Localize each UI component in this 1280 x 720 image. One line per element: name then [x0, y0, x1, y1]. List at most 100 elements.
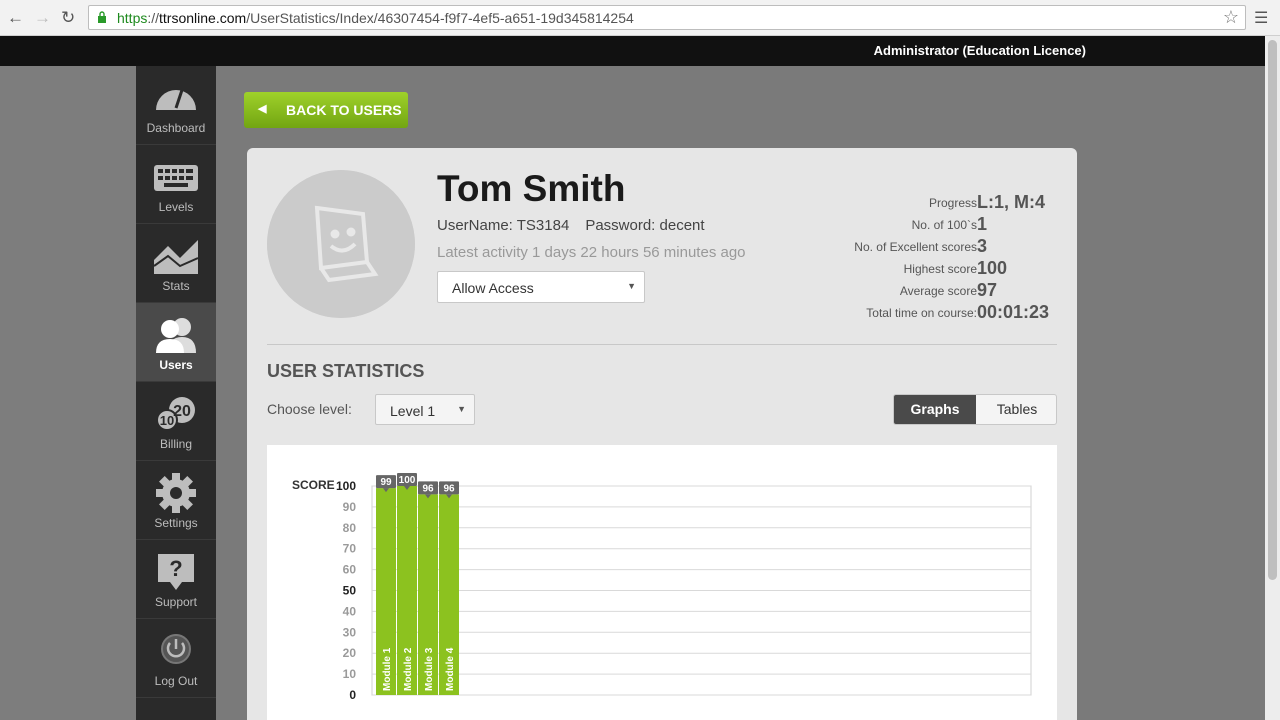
url-host: ttrsonline.com [159, 10, 247, 26]
browser-toolbar: ← → ↻ https://ttrsonline.com/UserStatist… [0, 0, 1280, 36]
user-card: Tom Smith UserName: TS3184 Password: dece… [247, 148, 1077, 720]
account-label[interactable]: Administrator (Education Licence) [874, 43, 1086, 58]
stat-value: 1 [977, 214, 988, 234]
sidebar-nav: Dashboard Levels Stats Users 20 10 Billi… [136, 66, 216, 720]
level-dropdown[interactable]: Level 1 ▼ [375, 394, 475, 425]
stat-hundreds: No. of 100`s 1 [807, 214, 1067, 236]
bookmark-star-icon[interactable]: ☆ [1223, 7, 1239, 28]
y-tick-label: 50 [343, 584, 357, 598]
stat-highest: Highest score 100 [807, 258, 1067, 280]
question-icon: ? [158, 554, 194, 590]
sidebar-item-levels[interactable]: Levels [136, 145, 216, 224]
svg-text:?: ? [169, 556, 182, 581]
speedometer-icon [156, 89, 196, 110]
stat-total-time: Total time on course: 00:01:23 [807, 302, 1067, 324]
tab-tables[interactable]: Tables [976, 395, 1056, 424]
sidebar-item-label: Levels [158, 200, 194, 214]
username-value: TS3184 [516, 217, 570, 234]
y-tick-label: 70 [343, 542, 357, 556]
gear-icon [156, 473, 196, 513]
stat-average: Average score 97 [807, 280, 1067, 302]
bar-value-label: 100 [399, 475, 416, 486]
stat-label: No. of 100`s [911, 218, 977, 232]
sidebar-item-label: Log Out [154, 674, 198, 688]
browser-menu-icon[interactable]: ☰ [1254, 8, 1268, 28]
choose-level-label: Choose level: [267, 401, 352, 417]
score-chart: SCORE 0 10 20 30 40 50 60 70 80 90 100 99 Module 1 10… [292, 473, 1032, 702]
sidebar-item-support[interactable]: ? Support [136, 540, 216, 619]
page-scrollbar[interactable] [1265, 36, 1280, 720]
bar-value-label: 96 [422, 483, 434, 494]
tab-graphs[interactable]: Graphs [894, 395, 976, 424]
stat-value: L:1, M:4 [977, 192, 1046, 212]
back-arrow-icon[interactable]: ← [7, 8, 24, 28]
billing-badge-a: 20 [173, 403, 191, 420]
forward-arrow-icon[interactable]: → [34, 8, 51, 28]
chevron-left-icon: ◀ [258, 103, 267, 115]
billing-badge-b: 10 [160, 413, 174, 428]
access-dropdown[interactable]: Allow Access ▼ [437, 271, 645, 303]
category-label: Module 2 [403, 647, 414, 691]
sidebar-item-billing[interactable]: 20 10 Billing [136, 382, 216, 461]
username-label: UserName: [437, 217, 513, 234]
back-button-label: BACK TO USERS [286, 102, 402, 118]
y-tick-label: 20 [343, 646, 357, 660]
url-scheme: https [117, 10, 148, 26]
users-icon [156, 318, 196, 353]
address-bar[interactable]: https://ttrsonline.com/UserStatistics/In… [88, 5, 1246, 30]
url-path: /UserStatistics/Index/46307454-f9f7-4ef5… [246, 10, 634, 26]
category-label: Module 1 [382, 647, 393, 691]
level-value: Level 1 [390, 403, 436, 419]
sidebar-item-label: Support [154, 595, 198, 609]
stat-label: No. of Excellent scores [854, 240, 977, 254]
password-value: decent [659, 217, 705, 234]
password-label: Password: [585, 217, 656, 234]
stat-excellent: No. of Excellent scores 3 [807, 236, 1067, 258]
url-text: https://ttrsonline.com/UserStatistics/In… [117, 10, 634, 26]
sidebar-item-dashboard[interactable]: Dashboard [136, 66, 216, 145]
stat-label: Average score [899, 284, 977, 298]
sidebar-item-label: Dashboard [146, 121, 206, 135]
scrollbar-thumb[interactable] [1268, 40, 1277, 580]
app-topbar: Administrator (Education Licence) [0, 36, 1265, 66]
url-separator: :// [147, 10, 160, 26]
sidebar-item-users[interactable]: Users [136, 303, 216, 382]
stat-progress: Progress L:1, M:4 [807, 192, 1067, 214]
sidebar-item-settings[interactable]: Settings [136, 461, 216, 540]
back-to-users-button[interactable]: ◀ BACK TO USERS [244, 92, 408, 128]
section-title: USER STATISTICS [267, 361, 425, 381]
sidebar-item-label: Users [159, 358, 193, 372]
sidebar-item-logout[interactable]: Log Out [136, 619, 216, 698]
sidebar-item-stats[interactable]: Stats [136, 224, 216, 303]
credentials-line: UserName: TS3184 Password: decent [437, 217, 705, 234]
coins-icon: 20 10 [156, 397, 195, 431]
power-icon [161, 634, 191, 664]
caret-down-icon: ▼ [457, 404, 466, 414]
caret-down-icon: ▼ [627, 281, 636, 291]
avatar [267, 170, 415, 318]
keyboard-icon [154, 165, 198, 191]
stat-label: Highest score [903, 262, 977, 276]
latest-activity: Latest activity 1 days 22 hours 56 minut… [437, 244, 746, 261]
user-summary-stats: Progress L:1, M:4 No. of 100`s 1 No. of Ex… [807, 192, 1067, 324]
sidebar-item-label: Billing [159, 437, 192, 451]
lock-icon [98, 11, 106, 23]
bar-value-label: 99 [380, 477, 392, 488]
category-label: Module 4 [445, 647, 456, 691]
y-tick-label: 100 [336, 479, 356, 493]
score-chart-panel: SCORE 0 10 20 30 40 50 60 70 80 90 100 99 Module 1 10… [267, 445, 1057, 720]
divider [267, 344, 1057, 345]
y-tick-label: 0 [349, 688, 356, 702]
access-value: Allow Access [452, 280, 534, 296]
sidebar-item-label: Settings [154, 516, 198, 530]
y-tick-label: 60 [343, 563, 357, 577]
sidebar-item-label: Stats [162, 279, 190, 293]
y-tick-label: 40 [343, 604, 357, 618]
reload-icon[interactable]: ↻ [61, 8, 75, 28]
stat-value: 100 [977, 258, 1008, 278]
stat-label: Progress [928, 196, 977, 210]
view-toggle: Graphs Tables [893, 394, 1057, 425]
y-tick-label: 30 [343, 625, 357, 639]
stat-value: 00:01:23 [977, 302, 1050, 322]
y-tick-label: 80 [343, 521, 357, 535]
